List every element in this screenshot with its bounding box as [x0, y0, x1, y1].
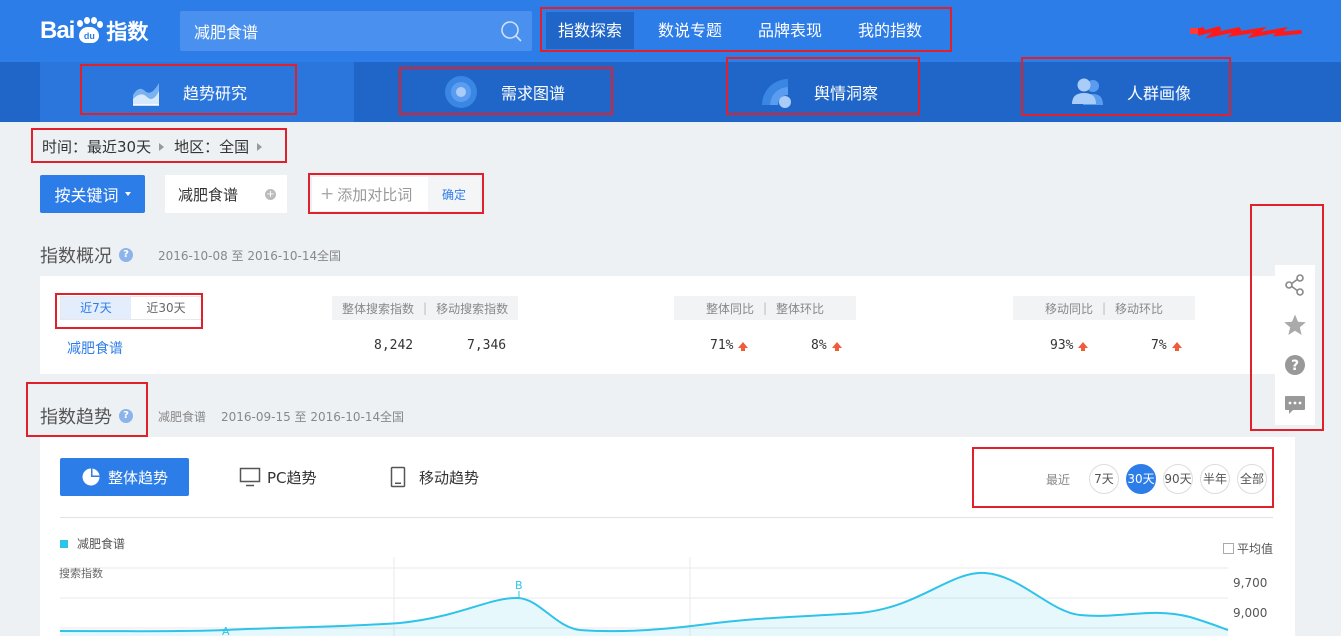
- legend-swatch: [60, 539, 68, 548]
- search-box: [180, 11, 532, 51]
- keyword-tag-label: 减肥食谱: [178, 185, 239, 204]
- tab-pc-trend[interactable]: PC趋势: [239, 458, 317, 496]
- highlight-subnav-2: [399, 67, 613, 115]
- caret-down-icon: [124, 192, 131, 196]
- tab-mobile-trend[interactable]: 移动趋势: [390, 458, 479, 496]
- logo-text-zh: 指数: [106, 20, 149, 44]
- chart-legend[interactable]: 减肥食谱: [60, 535, 125, 552]
- highlight-side-tools: [1250, 204, 1324, 431]
- redacted-username[interactable]: [1190, 24, 1302, 38]
- overview-title: 指数概况 ?: [40, 242, 133, 268]
- trend-divider: [60, 517, 1273, 518]
- highlight-subnav-4: [1021, 57, 1231, 116]
- total-mom-cell: 8%: [811, 338, 842, 353]
- mobile-mom-cell: 7%: [1151, 338, 1182, 353]
- col-total-search: 整体搜索指数: [342, 301, 415, 316]
- y-axis-label: 搜索指数: [59, 566, 103, 580]
- separator: |: [423, 301, 428, 315]
- total-search-value: 8,242: [374, 338, 414, 353]
- col-head-mobile: 移动同比 | 移动环比: [1013, 296, 1195, 320]
- baidu-index-logo[interactable]: Bai du 指数: [40, 14, 148, 48]
- checkbox-icon: [1222, 543, 1234, 554]
- paw-icon: du: [75, 17, 104, 45]
- average-label: 平均值: [1236, 542, 1273, 556]
- tab-label: 移动趋势: [419, 468, 480, 487]
- highlight-trend-title: [26, 382, 148, 437]
- col-mobile-yoy: 移动同比: [1044, 301, 1093, 316]
- highlight-subnav-3: [726, 57, 920, 115]
- highlight-subnav-1: [80, 64, 297, 115]
- y-tick-9700: 9,700: [1233, 576, 1267, 590]
- phone-icon: [390, 466, 406, 488]
- total-yoy-cell: 71%: [710, 338, 749, 353]
- annotation-a[interactable]: A: [222, 625, 230, 636]
- logo-text-bai: Bai: [40, 17, 75, 44]
- logo-text-du: du: [79, 27, 100, 43]
- mobile-yoy-value: 93%: [1050, 338, 1074, 353]
- overview-keyword-link[interactable]: 减肥食谱: [67, 338, 123, 358]
- overview-region: 全国: [317, 249, 342, 263]
- plus-circle-icon[interactable]: +: [265, 189, 276, 200]
- overview-panel: 近7天 近30天 整体搜索指数 | 移动搜索指数 整体同比 | 整体环比 移动同…: [40, 276, 1295, 374]
- trend-chart: 搜索指数 9,700 9,000 A B: [59, 557, 1267, 636]
- col-total-yoy: 整体同比: [705, 301, 754, 316]
- up-arrow-icon: [831, 341, 842, 351]
- tab-overall-trend[interactable]: 整体趋势: [60, 458, 189, 496]
- y-tick-9000: 9,000: [1233, 606, 1267, 620]
- highlight-range-tabs: [55, 293, 203, 329]
- col-head-search: 整体搜索指数 | 移动搜索指数: [332, 296, 519, 320]
- highlight-add-compare: [308, 173, 484, 214]
- help-icon[interactable]: ?: [119, 248, 133, 262]
- col-mobile-mom: 移动环比: [1115, 301, 1164, 316]
- up-arrow-icon: [1171, 341, 1182, 351]
- search-icon[interactable]: [500, 20, 522, 42]
- col-mobile-search: 移动搜索指数: [436, 301, 509, 316]
- tab-label: 整体趋势: [107, 468, 168, 487]
- highlight-main-nav: [540, 7, 952, 52]
- separator: |: [1101, 301, 1107, 315]
- up-arrow-icon: [738, 341, 749, 351]
- average-checkbox[interactable]: 平均值: [1222, 540, 1273, 557]
- separator: |: [762, 301, 768, 315]
- up-arrow-icon: [1078, 341, 1089, 351]
- trend-date-range: 2016-09-15 至 2016-10-14: [221, 410, 381, 424]
- keyword-mode-button[interactable]: 按关键词: [40, 175, 145, 213]
- keyword-mode-label: 按关键词: [54, 186, 119, 205]
- trend-region: 全国: [380, 410, 405, 424]
- monitor-icon: [239, 467, 261, 487]
- trend-keyword: 减肥食谱: [158, 410, 207, 424]
- mobile-mom-value: 7%: [1151, 338, 1167, 353]
- overview-date-range: 2016-10-08 至 2016-10-14: [158, 249, 318, 263]
- total-yoy-value: 71%: [710, 338, 734, 353]
- mobile-yoy-cell: 93%: [1050, 338, 1089, 353]
- highlight-filter: [31, 128, 287, 163]
- annotation-b[interactable]: B: [515, 579, 523, 592]
- col-total-mom: 整体环比: [776, 301, 825, 316]
- highlight-period: [972, 447, 1274, 508]
- overview-title-text: 指数概况: [40, 246, 112, 267]
- col-head-total: 整体同比 | 整体环比: [674, 296, 856, 320]
- search-input[interactable]: [180, 11, 490, 51]
- total-mom-value: 8%: [811, 338, 827, 353]
- keyword-tag[interactable]: 减肥食谱 +: [165, 175, 287, 213]
- tab-label: PC趋势: [267, 468, 317, 487]
- mobile-search-value: 7,346: [467, 338, 507, 353]
- pie-chart-icon: [82, 468, 100, 486]
- legend-label: 减肥食谱: [77, 537, 126, 551]
